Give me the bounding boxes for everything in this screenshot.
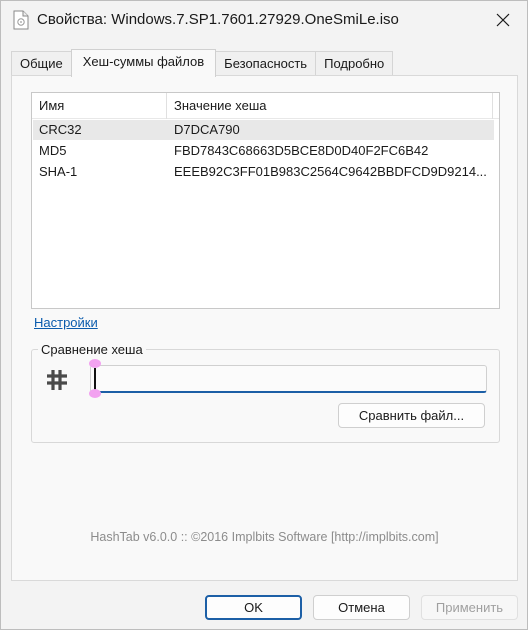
close-icon	[496, 13, 510, 30]
hash-compare-input[interactable]	[90, 365, 487, 393]
caret-marker-bottom	[89, 389, 101, 398]
hash-comparison-title: Сравнение хеша	[38, 342, 146, 357]
title-bar: Свойства: Windows.7.SP1.7601.27929.OneSm…	[1, 1, 527, 41]
tab-security[interactable]: Безопасность	[215, 51, 317, 76]
properties-window: Свойства: Windows.7.SP1.7601.27929.OneSm…	[0, 0, 528, 630]
hash-name: SHA-1	[39, 164, 78, 179]
text-caret	[94, 368, 96, 390]
tab-general[interactable]: Общие	[11, 51, 72, 76]
tab-details[interactable]: Подробно	[315, 51, 394, 76]
window-title: Свойства: Windows.7.SP1.7601.27929.OneSm…	[37, 11, 399, 28]
hash-name: CRC32	[39, 122, 82, 137]
dialog-button-bar: OK Отмена Применить	[1, 583, 527, 629]
hash-row-md5[interactable]: MD5 FBD7843C68663D5BCE8D0D40F2FC6B42	[33, 141, 494, 161]
ok-button[interactable]: OK	[205, 595, 302, 620]
hash-row-crc32[interactable]: CRC32 D7DCA790	[33, 120, 494, 140]
hashtab-credit: HashTab v6.0.0 :: ©2016 Implbits Softwar…	[90, 530, 439, 544]
hash-list[interactable]: Имя Значение хеша CRC32 D7DCA790 MD5 FBD…	[31, 92, 500, 309]
cancel-button[interactable]: Отмена	[313, 595, 410, 620]
column-header-hash-value[interactable]: Значение хеша	[167, 93, 493, 119]
compare-file-button[interactable]: Сравнить файл...	[338, 403, 485, 428]
apply-button[interactable]: Применить	[421, 595, 518, 620]
hash-name: MD5	[39, 143, 67, 158]
caret-marker-top	[89, 359, 101, 368]
hash-icon	[45, 368, 69, 392]
hash-list-header: Имя Значение хеша	[32, 93, 499, 119]
hash-value: D7DCA790	[174, 122, 240, 137]
hash-comparison-group: Сравнение хеша Сравнить файл...	[31, 342, 500, 443]
tab-strip: Общие Хеш-суммы файлов Безопасность Подр…	[11, 49, 394, 77]
close-button[interactable]	[487, 5, 519, 37]
tab-file-hashes[interactable]: Хеш-суммы файлов	[70, 49, 217, 77]
hash-tab-panel: Имя Значение хеша CRC32 D7DCA790 MD5 FBD…	[11, 75, 518, 581]
settings-link[interactable]: Настройки	[34, 315, 98, 330]
column-header-name[interactable]: Имя	[32, 93, 167, 119]
file-icon	[13, 10, 29, 30]
hash-row-sha1[interactable]: SHA-1 EEEB92C3FF01B983C2564C9642BBDFCD9D…	[33, 162, 494, 182]
hash-value: EEEB92C3FF01B983C2564C9642BBDFCD9D9214..…	[174, 164, 487, 179]
hash-value: FBD7843C68663D5BCE8D0D40F2FC6B42	[174, 143, 429, 158]
